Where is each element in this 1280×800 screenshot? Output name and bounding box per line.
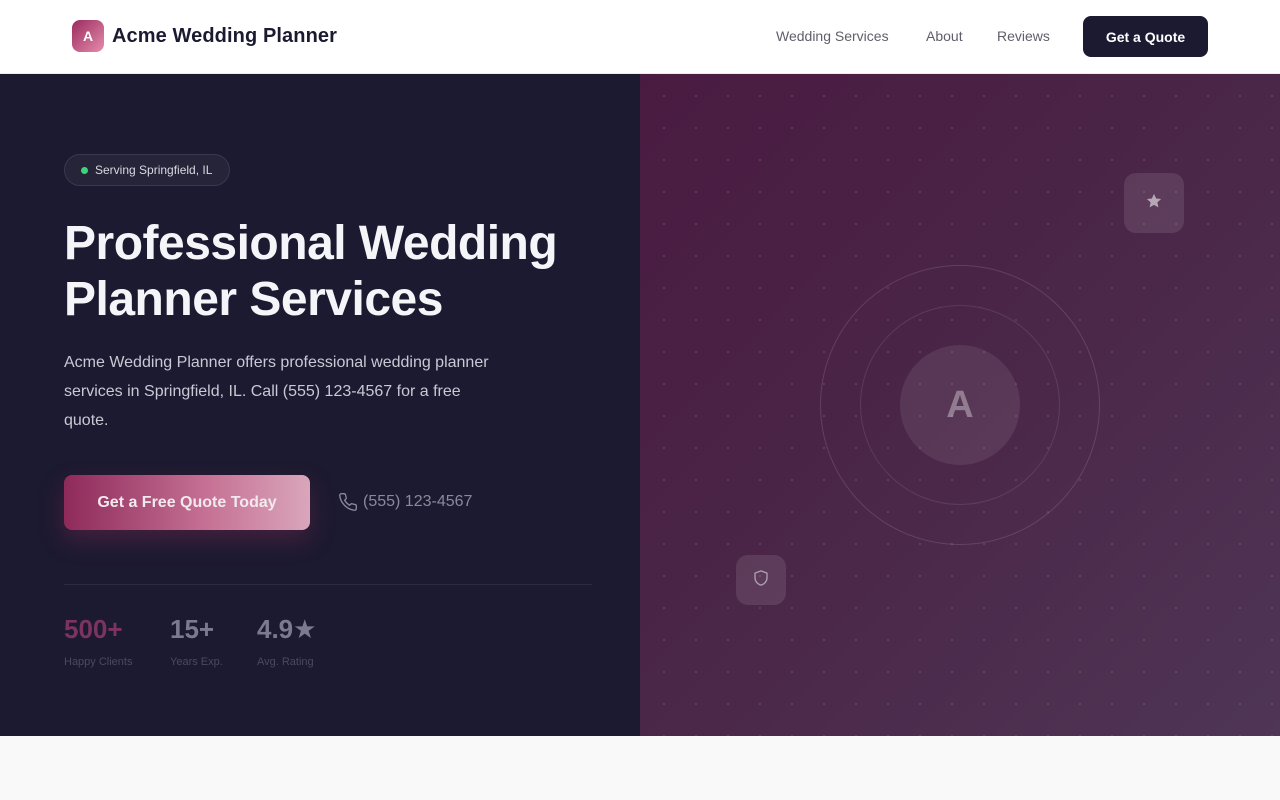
stat-label: Happy Clients <box>64 656 133 668</box>
stat-value: 15+ <box>170 614 215 644</box>
stat-label: Years Exp. <box>170 656 223 668</box>
shield-icon <box>752 569 770 592</box>
brand-link[interactable]: A Acme Wedding Planner <box>72 19 337 53</box>
stat-value: 500+ <box>64 614 123 644</box>
brand-logo: A <box>72 20 104 52</box>
center-monogram: A <box>900 345 1020 465</box>
hero-description: Acme Wedding Planner offers professional… <box>64 354 489 429</box>
status-dot <box>81 166 88 174</box>
site-header: A Acme Wedding Planner Wedding Services … <box>0 0 1280 74</box>
hero-title: Professional Wedding Planner Services <box>64 217 558 326</box>
star-icon <box>1145 192 1163 215</box>
stat-label: Avg. Rating <box>257 656 314 668</box>
nav-link-about[interactable]: About <box>926 24 963 48</box>
nav-link-reviews[interactable]: Reviews <box>997 24 1050 48</box>
brand-name: Acme Wedding Planner <box>112 24 338 47</box>
stat-years-experience: 15+ Years Exp. <box>170 614 223 668</box>
hero-visual: A <box>640 74 1280 736</box>
phone-number: (555) 123-4567 <box>363 493 473 510</box>
star-badge <box>1124 173 1184 233</box>
get-a-quote-button[interactable]: Get a Quote <box>1083 16 1208 57</box>
nav-link-wedding-services[interactable]: Wedding Services <box>776 24 889 48</box>
phone-link[interactable]: (555) 123-4567 <box>338 490 472 514</box>
stat-average-rating: 4.9★ Avg. Rating <box>257 614 316 668</box>
location-badge-label: Serving Springfield, IL <box>95 163 213 177</box>
location-badge: Serving Springfield, IL <box>64 154 231 186</box>
stat-value: 4.9★ <box>257 614 317 644</box>
phone-icon <box>338 492 358 512</box>
shield-badge <box>736 555 786 605</box>
stats-divider <box>64 584 592 585</box>
hero-content: Serving Springfield, IL Professional Wed… <box>0 74 640 736</box>
stat-happy-clients: 500+ Happy Clients <box>64 614 132 668</box>
free-quote-button[interactable]: Get a Free Quote Today <box>64 475 310 530</box>
